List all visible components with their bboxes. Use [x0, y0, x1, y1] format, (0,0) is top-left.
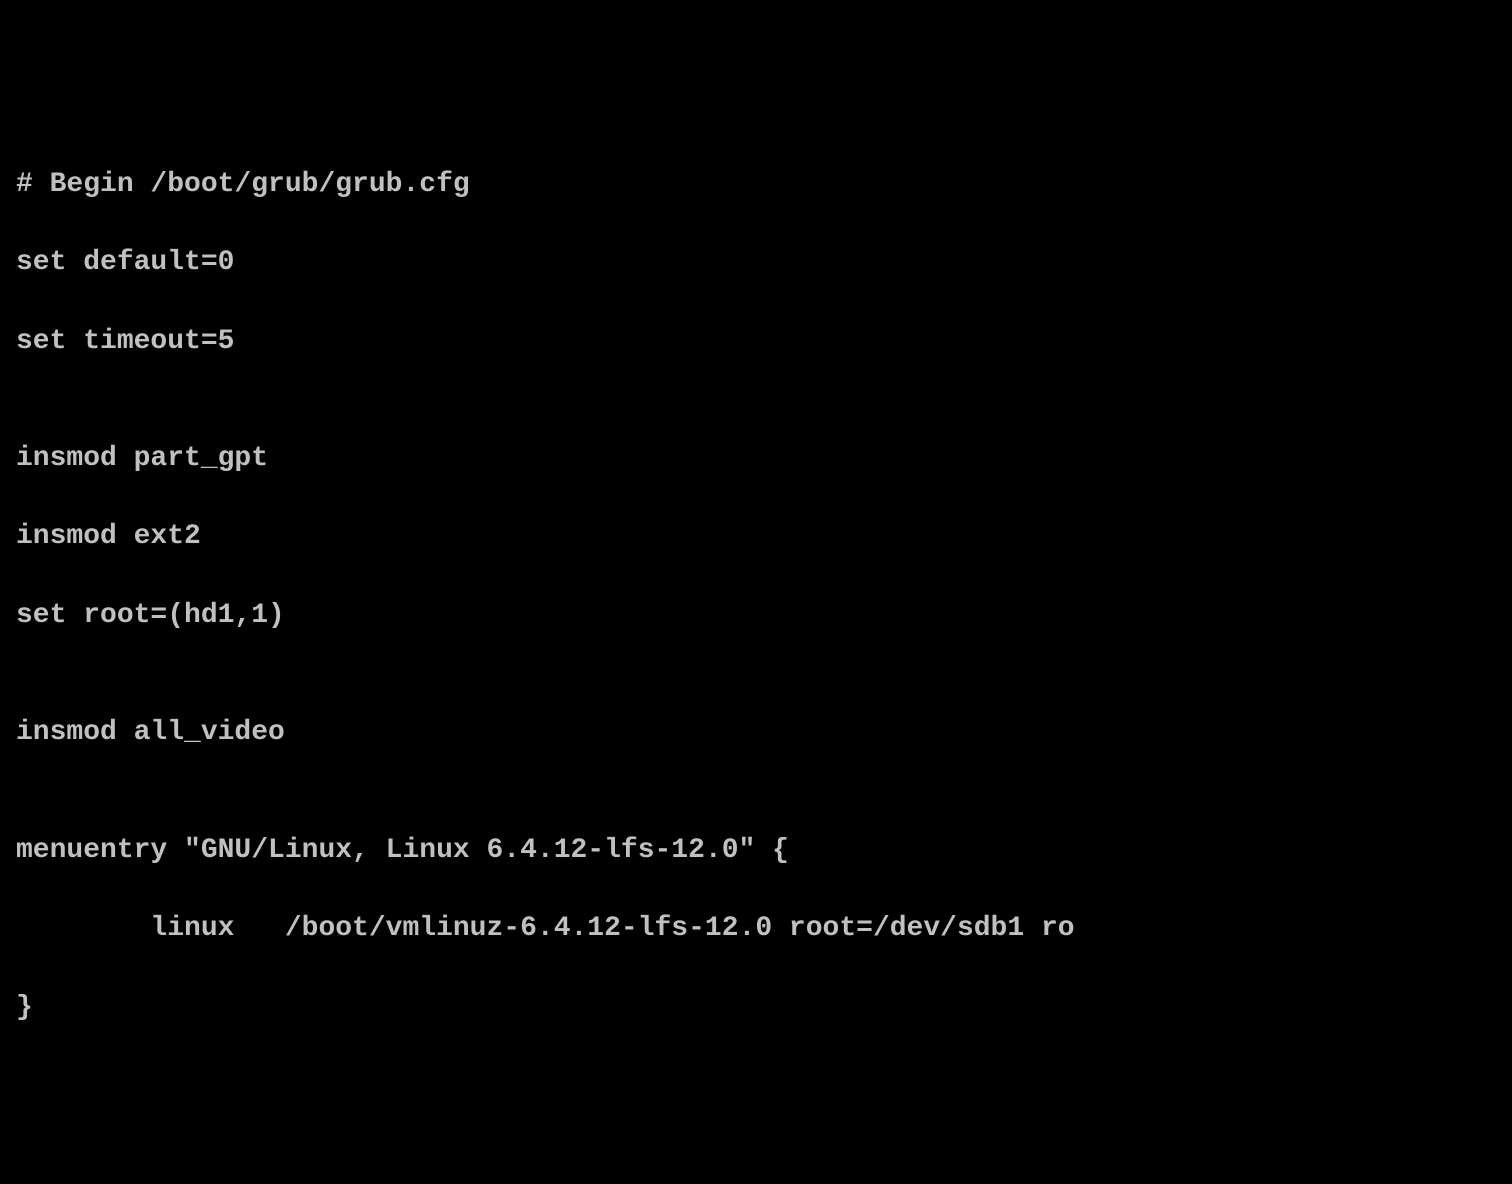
config-line: menuentry "GNU/Linux, Linux 6.4.12-lfs-1… — [16, 831, 1496, 870]
config-line: } — [16, 988, 1496, 1027]
config-line: set timeout=5 — [16, 322, 1496, 361]
config-line: linux /boot/vmlinuz-6.4.12-lfs-12.0 root… — [16, 909, 1496, 948]
config-line: set root=(hd1,1) — [16, 596, 1496, 635]
config-line: insmod part_gpt — [16, 439, 1496, 478]
config-line: insmod ext2 — [16, 517, 1496, 556]
config-line: insmod all_video — [16, 713, 1496, 752]
config-line: set default=0 — [16, 243, 1496, 282]
config-line: # Begin /boot/grub/grub.cfg — [16, 165, 1496, 204]
